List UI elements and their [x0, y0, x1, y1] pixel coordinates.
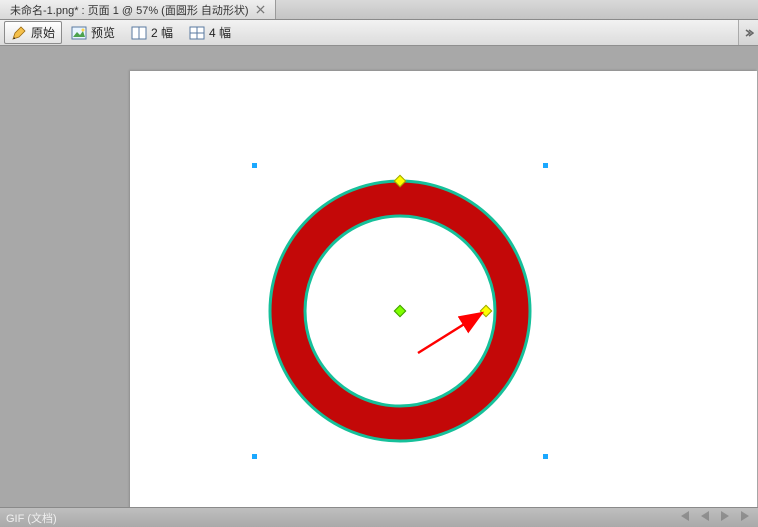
view-2up-button[interactable]: 2 幅	[124, 21, 180, 44]
document-tab-title: 未命名-1.png* : 页面 1 @ 57% (面圆形 自动形状)	[10, 2, 249, 18]
view-preview-label: 预览	[91, 24, 115, 41]
selected-shape[interactable]	[260, 171, 540, 451]
view-original-label: 原始	[31, 24, 55, 41]
close-icon[interactable]	[255, 4, 267, 16]
selection-handle-tl[interactable]	[252, 163, 257, 168]
view-toolbar: 原始 预览 2 幅 4 幅	[0, 20, 758, 46]
nav-next-button[interactable]	[720, 511, 730, 524]
picture-icon	[71, 25, 87, 41]
split2-icon	[131, 25, 147, 41]
view-preview-button[interactable]: 预览	[64, 21, 122, 44]
status-text: GIF (文档)	[6, 510, 57, 526]
view-4up-button[interactable]: 4 幅	[182, 21, 238, 44]
selection-handle-tr[interactable]	[543, 163, 548, 168]
toolbar-overflow-button[interactable]	[738, 20, 758, 45]
status-bar: GIF (文档)	[0, 507, 758, 527]
nav-prev-button[interactable]	[700, 511, 710, 524]
pencil-icon	[11, 25, 27, 41]
selection-handle-bl[interactable]	[252, 454, 257, 459]
view-2up-label: 2 幅	[151, 24, 173, 41]
selection-handle-br[interactable]	[543, 454, 548, 459]
frame-nav	[678, 511, 752, 524]
view-original-button[interactable]: 原始	[4, 21, 62, 44]
nav-last-button[interactable]	[740, 511, 752, 524]
view-4up-label: 4 幅	[209, 24, 231, 41]
canvas[interactable]	[130, 71, 757, 507]
canvas-viewport[interactable]	[0, 46, 758, 507]
nav-first-button[interactable]	[678, 511, 690, 524]
document-tab-bar: 未命名-1.png* : 页面 1 @ 57% (面圆形 自动形状)	[0, 0, 758, 20]
chevron-right-icon	[744, 28, 754, 38]
split4-icon	[189, 25, 205, 41]
document-tab[interactable]: 未命名-1.png* : 页面 1 @ 57% (面圆形 自动形状)	[0, 0, 276, 19]
